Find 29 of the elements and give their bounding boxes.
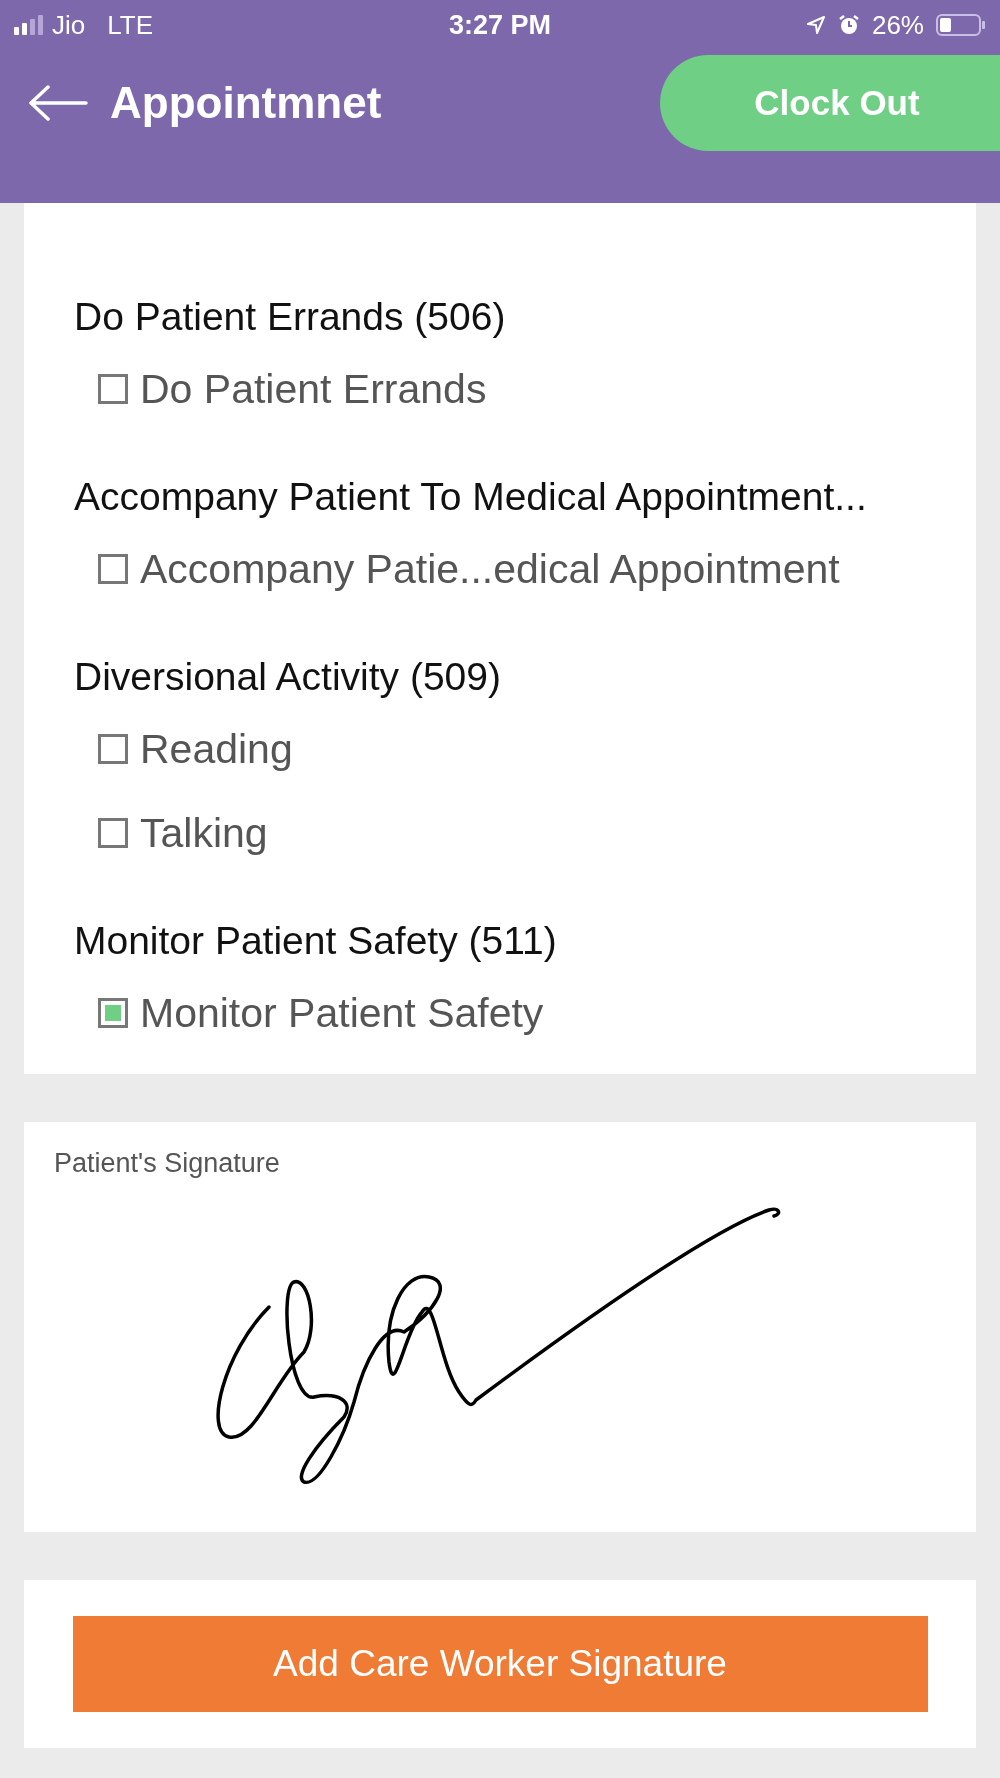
network-type: LTE xyxy=(107,9,153,41)
task-title: Accompany Patient To Medical Appointment... xyxy=(74,474,868,520)
carrier: Jio xyxy=(52,9,86,41)
task-title: Do Patient Errands (506) xyxy=(74,294,507,340)
signal-icon xyxy=(14,15,44,35)
back-button[interactable] xyxy=(28,85,88,121)
checkbox-label: Do Patient Errands xyxy=(140,365,487,413)
task-title: Monitor Patient Safety (511) xyxy=(74,918,558,964)
location-icon xyxy=(805,15,826,35)
checkbox-label: Reading xyxy=(140,725,293,773)
checkbox-label: Talking xyxy=(140,809,268,857)
signature-label: Patient's Signature xyxy=(54,1148,280,1179)
battery-percentage: 26% xyxy=(871,9,924,41)
checkbox[interactable] xyxy=(98,818,128,848)
task-title: Diversional Activity (509) xyxy=(74,654,502,700)
back-arrow-icon xyxy=(28,85,88,121)
signature-pad[interactable]: Patient's Signature xyxy=(24,1122,976,1532)
add-signature-button[interactable]: Add Care Worker Signature xyxy=(72,1616,928,1712)
screen-title: Appointmnet xyxy=(110,78,382,128)
alarm-icon xyxy=(837,14,860,36)
checkbox[interactable] xyxy=(98,374,128,404)
checkbox[interactable] xyxy=(98,554,128,584)
checkbox-label: Monitor Patient Safety xyxy=(140,989,544,1037)
battery-icon xyxy=(936,14,986,36)
clock: 3:27 PM xyxy=(449,9,551,41)
checkbox[interactable] xyxy=(98,998,128,1028)
checkbox-label: Accompany Patie...edical Appointment xyxy=(140,545,840,593)
clock-out-button[interactable]: Clock Out xyxy=(660,55,1000,151)
checkbox[interactable] xyxy=(98,734,128,764)
